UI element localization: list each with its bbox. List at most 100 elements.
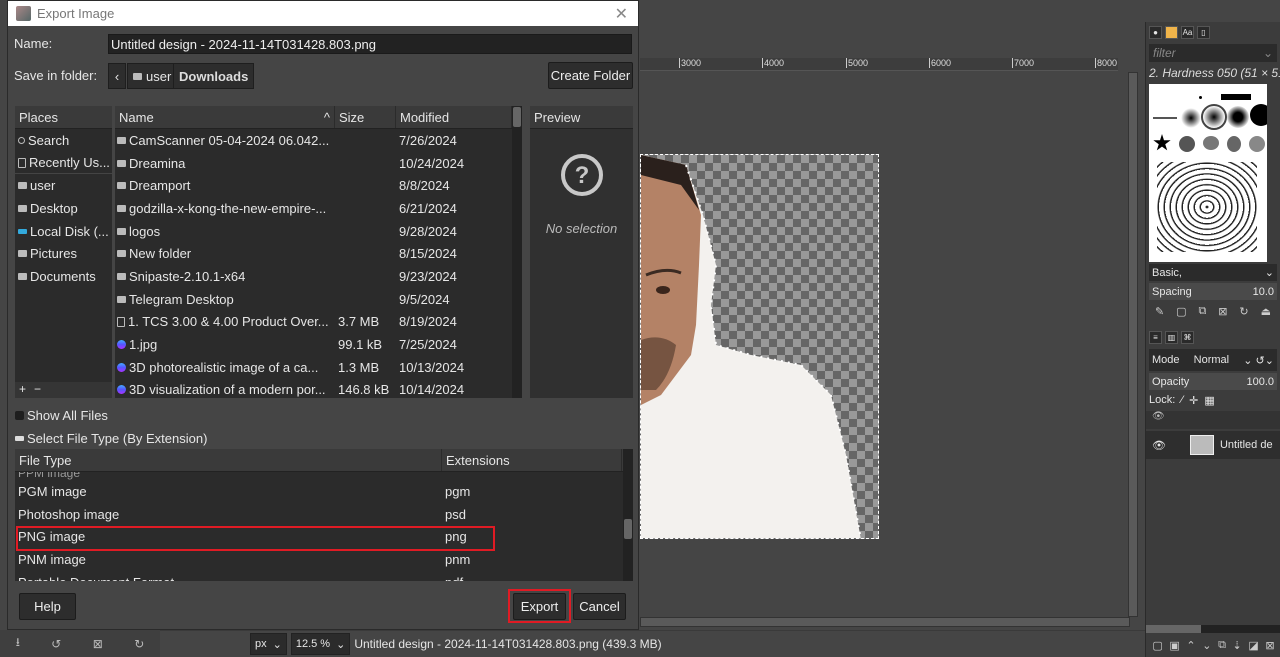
new-layer-icon[interactable]: ▢ [1152, 639, 1162, 652]
merge-icon[interactable]: ⇣ [1233, 639, 1242, 652]
brushes-tab[interactable]: ● [1149, 26, 1162, 39]
file-row[interactable]: Dreamina 10/24/2024 [115, 152, 522, 175]
file-row[interactable]: 3D visualization of a modern por... 146.8… [115, 379, 522, 402]
lock-position-icon[interactable]: ✛ [1189, 394, 1198, 407]
horizontal-scrollbar[interactable] [640, 617, 1130, 627]
unit-select[interactable]: px ⌄ [250, 633, 287, 655]
edit-brush-icon[interactable]: ✎ [1155, 305, 1164, 318]
brush-grid[interactable] [1149, 84, 1267, 262]
paths-tab[interactable]: ⌘ [1181, 331, 1194, 344]
brush-set-select[interactable]: Basic, ⌄ [1149, 264, 1277, 281]
spacing-slider[interactable]: Spacing 10.0 [1149, 283, 1277, 300]
file-row[interactable]: 3D photorealistic image of a ca... 1.3 MB… [115, 356, 522, 379]
document-tab[interactable]: ▯ [1197, 26, 1210, 39]
column-modified[interactable]: Modified [396, 106, 512, 128]
channels-tab[interactable]: ▥ [1165, 331, 1178, 344]
chevron-down-icon: ⌄ [1262, 46, 1273, 60]
file-type-extension: psd [445, 506, 466, 522]
image-canvas[interactable] [640, 154, 879, 539]
file-name-cell: Snipaste-2.10.1-x64 [115, 269, 335, 284]
file-row[interactable]: New folder 8/15/2024 [115, 242, 522, 265]
visibility-eye-icon[interactable]: 👁 [1152, 439, 1166, 452]
delete-layer-icon[interactable]: ⊠ [1265, 639, 1274, 652]
create-folder-button[interactable]: Create Folder [548, 62, 633, 89]
place-item[interactable]: Local Disk (... [15, 220, 112, 243]
place-item[interactable]: user [15, 174, 112, 197]
close-icon[interactable]: ✕ [615, 4, 628, 24]
delete-brush-icon[interactable]: ⊠ [1218, 305, 1227, 318]
opacity-label: Opacity [1152, 375, 1190, 388]
path-downloads-button[interactable]: Downloads [173, 63, 255, 89]
path-user-button[interactable]: user [127, 63, 178, 89]
delete-icon[interactable]: ⊠ [93, 637, 103, 651]
reset-icon[interactable]: ↻ [134, 637, 144, 651]
filename-input[interactable] [108, 34, 632, 54]
collapse-icon [15, 436, 24, 441]
spacing-value: 10.0 [1252, 285, 1274, 298]
file-row[interactable]: 1.jpg 99.1 kB 7/25/2024 [115, 333, 522, 356]
duplicate-brush-icon[interactable]: ⧉ [1198, 305, 1206, 318]
help-button[interactable]: Help [19, 593, 76, 620]
file-row[interactable]: Telegram Desktop 9/5/2024 [115, 288, 522, 311]
layers-tab[interactable]: ≡ [1149, 331, 1162, 344]
restore-icon[interactable]: ↺ [51, 637, 61, 651]
place-item[interactable]: Desktop [15, 197, 112, 220]
highlight-png-row [16, 526, 495, 551]
fonts-tab[interactable]: Aa [1181, 26, 1194, 39]
file-modified: 6/21/2024 [399, 200, 457, 216]
show-all-files-checkbox[interactable]: Show All Files [15, 408, 108, 423]
file-list-scrollbar[interactable] [512, 106, 522, 398]
raise-layer-icon[interactable]: ⌃ [1186, 639, 1195, 652]
file-name-cell: Dreamport [115, 178, 335, 193]
file-name-cell: 3D visualization of a modern por... [115, 382, 335, 397]
place-item[interactable]: Search [15, 129, 112, 152]
patterns-tab[interactable] [1165, 26, 1178, 39]
place-label: Pictures [30, 246, 77, 262]
image-file-icon [117, 340, 126, 350]
file-row[interactable]: Dreamport 8/8/2024 [115, 174, 522, 197]
new-group-icon[interactable]: ▣ [1169, 639, 1179, 652]
file-row[interactable]: godzilla-x-kong-the-new-empire-... 6/21/2… [115, 197, 522, 220]
select-file-type-expander[interactable]: Select File Type (By Extension) [15, 431, 207, 446]
file-type-row[interactable]: Portable Document Formatpdf [15, 571, 633, 581]
mode-select[interactable]: Mode Normal ⌄ ↺⌄ [1149, 349, 1277, 371]
column-size[interactable]: Size [335, 106, 396, 128]
path-back-button[interactable]: ‹ [108, 63, 126, 89]
file-row[interactable]: Snipaste-2.10.1-x64 9/23/2024 [115, 265, 522, 288]
column-extensions[interactable]: Extensions [442, 449, 622, 471]
eye-icon: 👁 [1152, 411, 1165, 422]
open-icon[interactable]: ⏏ [1261, 305, 1271, 318]
cancel-button[interactable]: Cancel [573, 593, 626, 620]
opacity-slider[interactable]: Opacity 100.0 [1149, 373, 1277, 390]
place-item[interactable]: Documents [15, 265, 112, 288]
file-row[interactable]: logos 9/28/2024 [115, 220, 522, 243]
file-row[interactable]: 1. TCS 3.00 & 4.00 Product Over... 3.7 MB… [115, 311, 522, 334]
layer-item[interactable]: 👁 Untitled de [1146, 431, 1280, 459]
lock-alpha-icon[interactable]: ▦ [1204, 394, 1214, 407]
show-all-files-label: Show All Files [27, 408, 108, 423]
brush-filter-input[interactable]: filter ⌄ [1149, 44, 1277, 62]
mask-icon[interactable]: ◪ [1248, 639, 1258, 652]
column-name[interactable]: Name ^ [115, 106, 335, 128]
file-type-row[interactable]: PGM image pgm [15, 480, 633, 503]
place-item[interactable]: Recently Us... [15, 152, 112, 175]
file-type-row[interactable]: Photoshop image psd [15, 503, 633, 526]
lock-pixels-icon[interactable]: ⁄ [1181, 394, 1183, 407]
file-row[interactable]: CamScanner 05-04-2024 06.042... 7/26/2024 [115, 129, 522, 152]
zoom-select[interactable]: 12.5 % ⌄ [290, 633, 351, 655]
refresh-icon[interactable]: ↻ [1239, 305, 1248, 318]
new-brush-icon[interactable]: ▢ [1176, 305, 1186, 318]
file-type-scrollbar[interactable] [623, 449, 633, 581]
place-item[interactable]: Pictures [15, 242, 112, 265]
remove-place-button[interactable]: − [34, 382, 41, 398]
column-file-type[interactable]: File Type [15, 449, 442, 471]
filter-placeholder: filter [1153, 46, 1176, 60]
save-preset-icon[interactable]: ⭳ [16, 633, 20, 654]
duplicate-layer-icon[interactable]: ⧉ [1218, 639, 1226, 652]
place-label: Search [28, 132, 70, 148]
lower-layer-icon[interactable]: ⌄ [1202, 639, 1211, 652]
file-list-pane: Name ^ Size Modified CamScanner 05-04-202… [115, 106, 522, 398]
file-type-row[interactable]: PNM image pnm [15, 548, 633, 571]
add-place-button[interactable]: + [19, 382, 26, 398]
vertical-scrollbar[interactable] [1128, 72, 1138, 617]
